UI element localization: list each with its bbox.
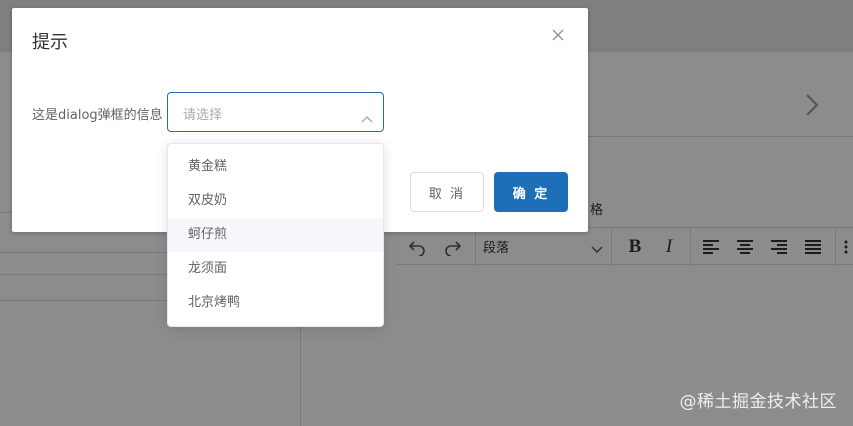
select-placeholder: 请选择 [183, 108, 223, 123]
select-dropdown: 黄金糕 双皮奶 蚵仔煎 龙须面 北京烤鸭 [167, 143, 384, 327]
dialog-title: 提示 [32, 32, 68, 53]
confirm-button[interactable]: 确 定 [494, 172, 568, 212]
select-option[interactable]: 龙须面 [168, 252, 383, 286]
select-option[interactable]: 双皮奶 [168, 184, 383, 218]
select-input[interactable]: 请选择 [167, 92, 384, 132]
chevron-up-icon [361, 108, 373, 123]
close-icon[interactable] [550, 27, 566, 43]
dialog-message: 这是dialog弹框的信息 [32, 108, 163, 123]
select-option[interactable]: 蚵仔煎 [168, 218, 383, 252]
watermark: @稀土掘金技术社区 [679, 392, 837, 412]
select-option[interactable]: 黄金糕 [168, 150, 383, 184]
select-option[interactable]: 北京烤鸭 [168, 286, 383, 320]
cancel-button[interactable]: 取 消 [410, 172, 484, 212]
